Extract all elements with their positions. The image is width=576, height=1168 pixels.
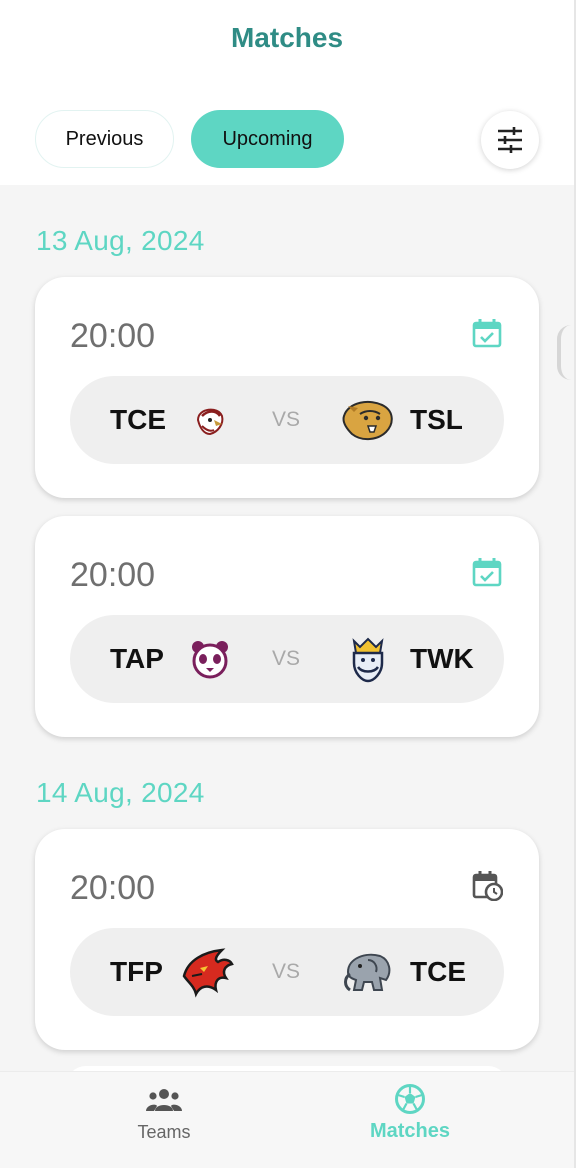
tab-previous[interactable]: Previous <box>35 110 174 168</box>
matchup: TAP VS TWK <box>70 615 504 703</box>
king-logo <box>352 637 384 683</box>
match-card[interactable]: 20:00 TAP VS TWK <box>35 516 539 737</box>
nav-matches[interactable]: Matches <box>350 1082 470 1143</box>
matchup: TFP VS TCE <box>70 928 504 1016</box>
section-date: 13 Aug, 2024 <box>36 225 205 256</box>
nav-label: Teams <box>137 1122 191 1142</box>
section-date: 14 Aug, 2024 <box>36 777 205 808</box>
lion-logo <box>342 400 393 440</box>
home-team-code: TCE <box>110 404 166 435</box>
soccer-ball-icon <box>395 1084 425 1114</box>
match-time: 20:00 <box>70 869 156 907</box>
matches-screen: Matches Previous Upcoming 13 Aug, 2024 2… <box>0 0 574 1168</box>
scroll-indicator[interactable] <box>557 325 571 380</box>
page-title: Matches <box>230 22 344 53</box>
panda-logo <box>192 641 228 679</box>
nav-teams[interactable]: Teams <box>104 1082 224 1143</box>
elephant-logo <box>344 953 391 992</box>
home-team-code: TFP <box>110 956 163 987</box>
filter-button[interactable] <box>481 111 539 169</box>
calendar-check-icon <box>472 558 502 587</box>
match-card[interactable]: 20:00 TCE VS TSL <box>35 277 539 498</box>
vs-label: VS <box>272 960 301 983</box>
vs-label: VS <box>272 647 301 670</box>
calendar-clock-icon <box>472 871 503 901</box>
nav-label: Matches <box>369 1120 451 1142</box>
away-team-code: TCE <box>410 956 466 987</box>
matchup: TCE VS TSL <box>70 376 504 464</box>
header: Matches Previous Upcoming <box>0 0 574 185</box>
match-time: 20:00 <box>70 317 156 355</box>
away-team-code: TSL <box>410 404 463 435</box>
tab-upcoming[interactable]: Upcoming <box>191 110 344 168</box>
vs-label: VS <box>272 408 301 431</box>
calendar-check-icon <box>472 319 502 348</box>
bottom-nav: Teams Matches <box>0 1071 574 1168</box>
match-card[interactable]: 20:00 TFP VS TCE <box>35 829 539 1050</box>
away-team-code: TWK <box>410 643 474 674</box>
phoenix-logo <box>182 948 234 998</box>
sliders-icon <box>498 127 522 153</box>
eagle-logo <box>196 408 224 436</box>
home-team-code: TAP <box>110 643 164 674</box>
group-icon <box>146 1089 182 1111</box>
match-time: 20:00 <box>70 556 156 594</box>
